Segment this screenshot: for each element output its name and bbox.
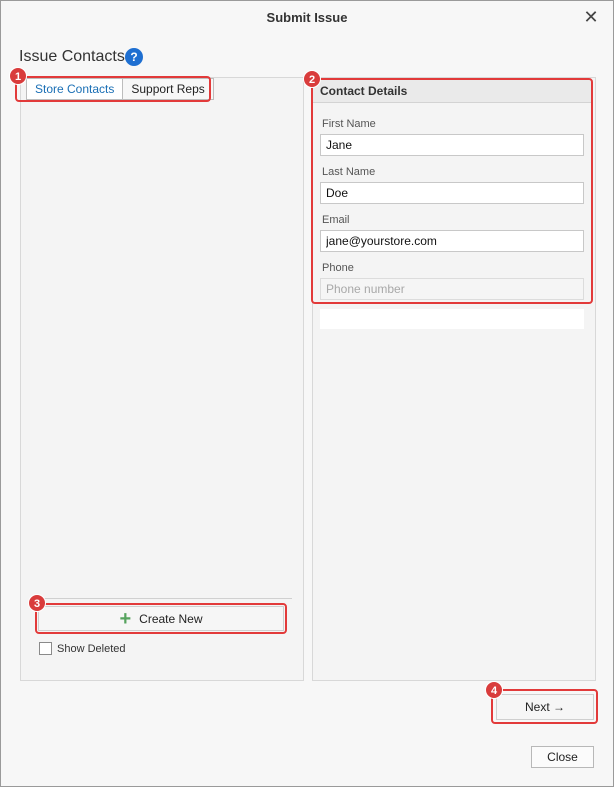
help-icon[interactable]: ? (125, 48, 143, 66)
show-deleted-row: Show Deleted (39, 642, 126, 655)
callout-box-1 (15, 76, 211, 102)
callout-badge-3: 3 (28, 594, 46, 612)
callout-badge-2: 2 (303, 70, 321, 88)
show-deleted-checkbox[interactable] (39, 642, 52, 655)
close-icon[interactable]: ✕ (581, 7, 601, 27)
dialog-title: Submit Issue (266, 10, 348, 25)
title-bar: Submit Issue ✕ (1, 1, 613, 35)
callout-box-4 (491, 689, 598, 724)
callout-box-3 (35, 603, 287, 634)
contacts-list-panel (20, 77, 304, 681)
callout-box-2 (311, 78, 593, 304)
callout-badge-4: 4 (485, 681, 503, 699)
close-button[interactable]: Close (531, 746, 594, 768)
callout-badge-1: 1 (9, 67, 27, 85)
details-blank-area (320, 309, 584, 329)
show-deleted-label: Show Deleted (57, 642, 126, 655)
section-title: Issue Contacts (19, 48, 125, 65)
list-divider (30, 598, 292, 599)
